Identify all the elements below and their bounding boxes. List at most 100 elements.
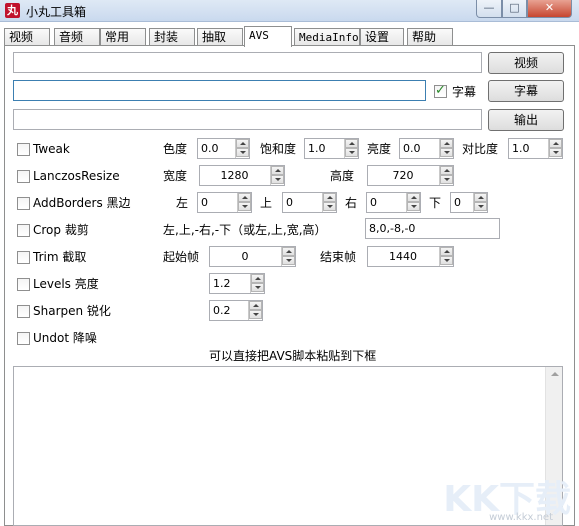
stepper-up-icon[interactable] <box>251 274 264 283</box>
stepper-down-icon[interactable] <box>407 202 420 211</box>
border-right-label: 右 <box>345 196 358 210</box>
levels-stepper[interactable]: 1.2 <box>209 273 265 294</box>
output-button[interactable]: 输出 <box>488 109 564 131</box>
border-bottom-label: 下 <box>429 196 442 210</box>
resize-checkbox[interactable] <box>17 170 30 183</box>
stepper-down-icon[interactable] <box>440 148 453 157</box>
saturation-stepper[interactable]: 1.0 <box>304 138 359 159</box>
crop-checkbox[interactable] <box>17 224 30 237</box>
borders-checkbox[interactable] <box>17 197 30 210</box>
output-path-input[interactable] <box>13 109 482 130</box>
saturation-label: 饱和度 <box>260 142 297 156</box>
trim-end-stepper[interactable]: 1440 <box>367 246 454 267</box>
stepper-up-icon[interactable] <box>440 166 453 175</box>
trim-checkbox[interactable] <box>17 251 30 264</box>
tab-audio[interactable]: 音频 <box>54 28 100 46</box>
tab-video[interactable]: 视频 <box>4 28 50 46</box>
hue-value: 0.0 <box>201 142 219 155</box>
stepper-up-icon[interactable] <box>282 247 295 256</box>
stepper-up-icon[interactable] <box>345 139 358 148</box>
stepper-up-icon[interactable] <box>474 193 487 202</box>
stepper-down-icon[interactable] <box>345 148 358 157</box>
border-bottom-stepper[interactable]: 0 <box>450 192 488 213</box>
sharpen-label: Sharpen 锐化 <box>33 304 111 318</box>
width-value: 1280 <box>220 169 249 182</box>
border-left-label: 左 <box>176 196 189 210</box>
crop-input[interactable]: 8,0,-8,-0 <box>365 218 500 239</box>
tab-settings[interactable]: 设置 <box>360 28 404 46</box>
levels-checkbox[interactable] <box>17 278 30 291</box>
contrast-stepper[interactable]: 1.0 <box>508 138 563 159</box>
stepper-down-icon[interactable] <box>282 256 295 265</box>
crop-hint: 左,上,-右,-下（或左,上,宽,高） <box>163 223 327 237</box>
trim-start-label: 起始帧 <box>163 250 200 264</box>
border-right-stepper[interactable]: 0 <box>366 192 421 213</box>
app-icon: 丸 <box>5 3 20 18</box>
undot-checkbox[interactable] <box>17 332 30 345</box>
resize-label: LanczosResize <box>33 169 120 183</box>
tab-mediainfo[interactable]: MediaInfo <box>294 28 360 46</box>
close-button[interactable]: ✕ <box>527 0 572 18</box>
subtitle-button[interactable]: 字幕 <box>488 80 564 102</box>
levels-label: Levels 亮度 <box>33 277 99 291</box>
stepper-up-icon[interactable] <box>238 193 251 202</box>
levels-value: 1.2 <box>213 277 231 290</box>
stepper-up-icon[interactable] <box>236 139 249 148</box>
stepper-up-icon[interactable] <box>549 139 562 148</box>
stepper-down-icon[interactable] <box>271 175 284 184</box>
maximize-button[interactable]: □ <box>502 0 527 18</box>
subtitle-path-input[interactable] <box>13 80 426 101</box>
tab-avs[interactable]: AVS <box>244 26 292 47</box>
stepper-up-icon[interactable] <box>271 166 284 175</box>
brightness-stepper[interactable]: 0.0 <box>399 138 454 159</box>
stepper-down-icon[interactable] <box>236 148 249 157</box>
contrast-label: 对比度 <box>462 142 499 156</box>
sharpen-checkbox[interactable] <box>17 305 30 318</box>
stepper-down-icon[interactable] <box>251 283 264 292</box>
subtitle-checkbox[interactable] <box>434 83 447 98</box>
trim-label: Trim 截取 <box>33 250 87 264</box>
height-stepper[interactable]: 720 <box>367 165 454 186</box>
hue-label: 色度 <box>163 142 188 156</box>
border-top-stepper[interactable]: 0 <box>282 192 337 213</box>
video-path-input[interactable] <box>13 52 482 73</box>
stepper-down-icon[interactable] <box>440 175 453 184</box>
crop-label: Crop 裁剪 <box>33 223 89 237</box>
stepper-down-icon[interactable] <box>323 202 336 211</box>
saturation-value: 1.0 <box>308 142 326 155</box>
stepper-down-icon[interactable] <box>238 202 251 211</box>
stepper-up-icon[interactable] <box>249 301 262 310</box>
tweak-label: Tweak <box>33 142 70 156</box>
tab-help[interactable]: 帮助 <box>407 28 453 46</box>
subtitle-checkbox-label: 字幕 <box>452 85 477 99</box>
border-top-value: 0 <box>286 196 293 209</box>
stepper-up-icon[interactable] <box>323 193 336 202</box>
border-bottom-value: 0 <box>454 196 461 209</box>
trim-start-stepper[interactable]: 0 <box>209 246 296 267</box>
stepper-down-icon[interactable] <box>249 310 262 319</box>
width-label: 宽度 <box>163 169 188 183</box>
stepper-up-icon[interactable] <box>440 139 453 148</box>
trim-end-label: 结束帧 <box>320 250 357 264</box>
stepper-down-icon[interactable] <box>474 202 487 211</box>
tab-common[interactable]: 常用 <box>100 28 146 46</box>
stepper-up-icon[interactable] <box>440 247 453 256</box>
tweak-checkbox[interactable] <box>17 143 30 156</box>
stepper-down-icon[interactable] <box>549 148 562 157</box>
scroll-up-icon[interactable] <box>547 367 562 383</box>
tab-mux[interactable]: 封装 <box>149 28 195 46</box>
title-bar: 丸 小丸工具箱 — □ ✕ <box>0 0 579 22</box>
video-button[interactable]: 视频 <box>488 52 564 74</box>
hue-stepper[interactable]: 0.0 <box>197 138 250 159</box>
stepper-down-icon[interactable] <box>440 256 453 265</box>
border-top-label: 上 <box>260 196 273 210</box>
minimize-button[interactable]: — <box>476 0 502 18</box>
window-title: 小丸工具箱 <box>26 5 87 19</box>
sharpen-stepper[interactable]: 0.2 <box>209 300 263 321</box>
border-left-stepper[interactable]: 0 <box>197 192 252 213</box>
width-stepper[interactable]: 1280 <box>199 165 285 186</box>
tab-extract[interactable]: 抽取 <box>197 28 243 46</box>
brightness-label: 亮度 <box>367 142 392 156</box>
stepper-up-icon[interactable] <box>407 193 420 202</box>
brightness-value: 0.0 <box>403 142 421 155</box>
